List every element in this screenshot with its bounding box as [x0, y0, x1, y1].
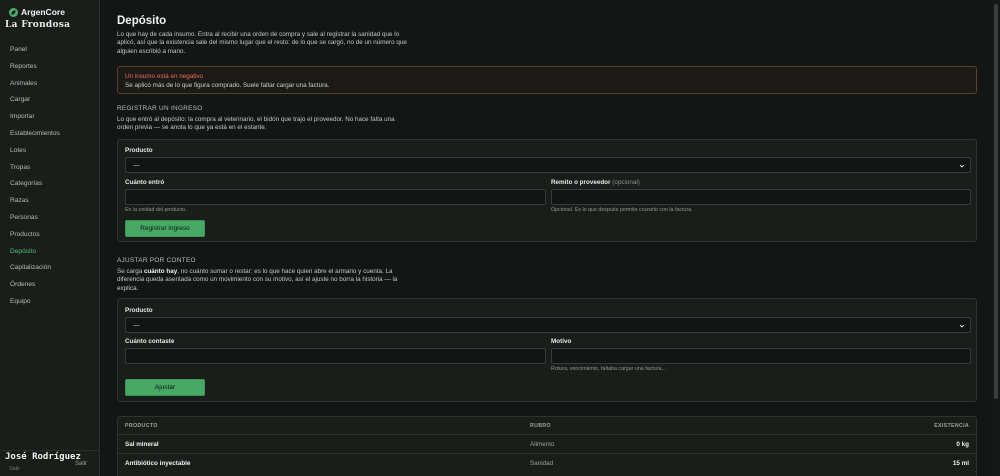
user-name: José Rodríguez	[5, 452, 81, 462]
ingreso-remito-input[interactable]	[551, 189, 971, 205]
table-row[interactable]: Antibiótico inyectable Sanidad 15 ml	[118, 453, 976, 472]
leaf-logo-icon	[9, 7, 18, 17]
ingreso-producto-select[interactable]: —	[125, 157, 971, 173]
ajuste-producto-value: —	[133, 322, 140, 329]
sidebar-item-tropas[interactable]: Tropas	[0, 160, 99, 177]
sidebar-nav: Panel Reportes Animales Cargar Importar Estab…	[0, 42, 99, 311]
ingreso-producto-value: —	[133, 162, 140, 169]
ajuste-producto-label: Producto	[125, 307, 153, 314]
cell-producto: Sal mineral	[125, 441, 159, 448]
ajustar-button[interactable]: Ajustar	[125, 379, 205, 396]
page-scrollbar[interactable]	[992, 0, 1000, 476]
ingreso-producto-label: Producto	[125, 147, 153, 154]
logout-link[interactable]: Salir	[75, 461, 87, 467]
ajuste-producto-select[interactable]: —	[125, 317, 971, 333]
column-header-rubro[interactable]: RUBRO	[530, 423, 551, 429]
alert-title: Un insumo está en negativo	[125, 73, 204, 80]
ingreso-description: Lo que entró al depósito: la compra al v…	[117, 116, 395, 132]
ajuste-heading: AJUSTAR POR CONTEO	[117, 257, 196, 264]
ajuste-motivo-input[interactable]	[551, 348, 971, 364]
ingreso-remito-label: Remito o proveedor (opcional)	[551, 179, 640, 186]
cell-producto: Antibiótico inyectable	[125, 460, 191, 467]
organization-name[interactable]: La Frondosa	[5, 20, 70, 30]
sidebar-item-categorias[interactable]: Categorías	[0, 176, 99, 193]
cell-existencia: 0 kg	[956, 441, 969, 448]
table-row[interactable]: Sal mineral Alimento 0 kg	[118, 434, 976, 453]
sidebar-item-cargar[interactable]: Cargar	[0, 92, 99, 109]
cell-rubro: Alimento	[530, 441, 555, 448]
chevron-down-icon	[959, 164, 965, 168]
ajuste-form: Producto — Cuánto contaste Motivo Rotura…	[117, 298, 977, 402]
ajuste-motivo-label: Motivo	[551, 338, 572, 345]
ingreso-cantidad-input[interactable]	[125, 189, 546, 205]
chevron-down-icon	[959, 324, 965, 328]
column-header-existencia[interactable]: EXISTENCIA	[934, 423, 969, 429]
remito-optional-tag: (opcional)	[612, 179, 640, 186]
cell-rubro: Sanidad	[530, 460, 554, 467]
ingreso-heading: REGISTRAR UN INGRESO	[117, 105, 203, 112]
ajuste-conteo-label: Cuánto contaste	[125, 338, 175, 345]
ajuste-motivo-help: Rotura, vencimiento, faltaba cargar una …	[551, 366, 666, 372]
sidebar-item-deposito[interactable]: Depósito	[0, 244, 99, 261]
sidebar-item-productos[interactable]: Productos	[0, 227, 99, 244]
ingreso-form: Producto — Cuánto entró En la unidad del…	[117, 139, 977, 242]
sidebar-item-personas[interactable]: Personas	[0, 210, 99, 227]
scrollbar-thumb[interactable]	[994, 4, 998, 399]
ingreso-remito-help: Opcional. Es lo que después permite cruz…	[551, 207, 693, 213]
sidebar-item-reportes[interactable]: Reportes	[0, 59, 99, 76]
page-title: Depósito	[117, 15, 167, 27]
sidebar-item-panel[interactable]: Panel	[0, 42, 99, 59]
sidebar: ArgenCore La Frondosa Panel Reportes Anima…	[0, 0, 100, 476]
column-header-producto[interactable]: PRODUCTO	[125, 423, 158, 429]
sidebar-item-importar[interactable]: Importar	[0, 109, 99, 126]
sidebar-item-lotes[interactable]: Lotes	[0, 143, 99, 160]
alert-text: Se aplicó más de lo que figura comprado.…	[125, 82, 330, 89]
sidebar-footer: José Rodríguez Salir Salir	[0, 450, 99, 476]
brand[interactable]: ArgenCore	[9, 6, 65, 18]
remito-label-text: Remito o proveedor	[551, 179, 611, 186]
brand-name: ArgenCore	[21, 7, 65, 17]
registrar-ingreso-button[interactable]: Registrar ingreso	[125, 220, 205, 237]
ingreso-cantidad-label: Cuánto entró	[125, 179, 165, 186]
negative-stock-alert: Un insumo está en negativo Se aplicó más…	[117, 66, 977, 94]
sidebar-item-equipo[interactable]: Equipo	[0, 294, 99, 311]
ajuste-description: Se carga cuánto hay, no cuánto sumar o r…	[117, 268, 398, 292]
ingreso-cantidad-help: En la unidad del producto.	[125, 207, 187, 213]
ajuste-conteo-input[interactable]	[125, 348, 546, 364]
sidebar-item-capitalizacion[interactable]: Capitalización	[0, 260, 99, 277]
sidebar-item-razas[interactable]: Razas	[0, 193, 99, 210]
user-subtext: Salir	[9, 466, 21, 472]
stock-table: PRODUCTO RUBRO EXISTENCIA Sal mineral Ali…	[117, 416, 977, 476]
sidebar-item-animales[interactable]: Animales	[0, 76, 99, 93]
cell-existencia: 15 ml	[952, 460, 969, 467]
sidebar-item-ordenes[interactable]: Órdenes	[0, 277, 99, 294]
sidebar-item-establecimientos[interactable]: Establecimientos	[0, 126, 99, 143]
page-description: Lo que hay de cada insumo. Entra al reci…	[117, 31, 407, 55]
